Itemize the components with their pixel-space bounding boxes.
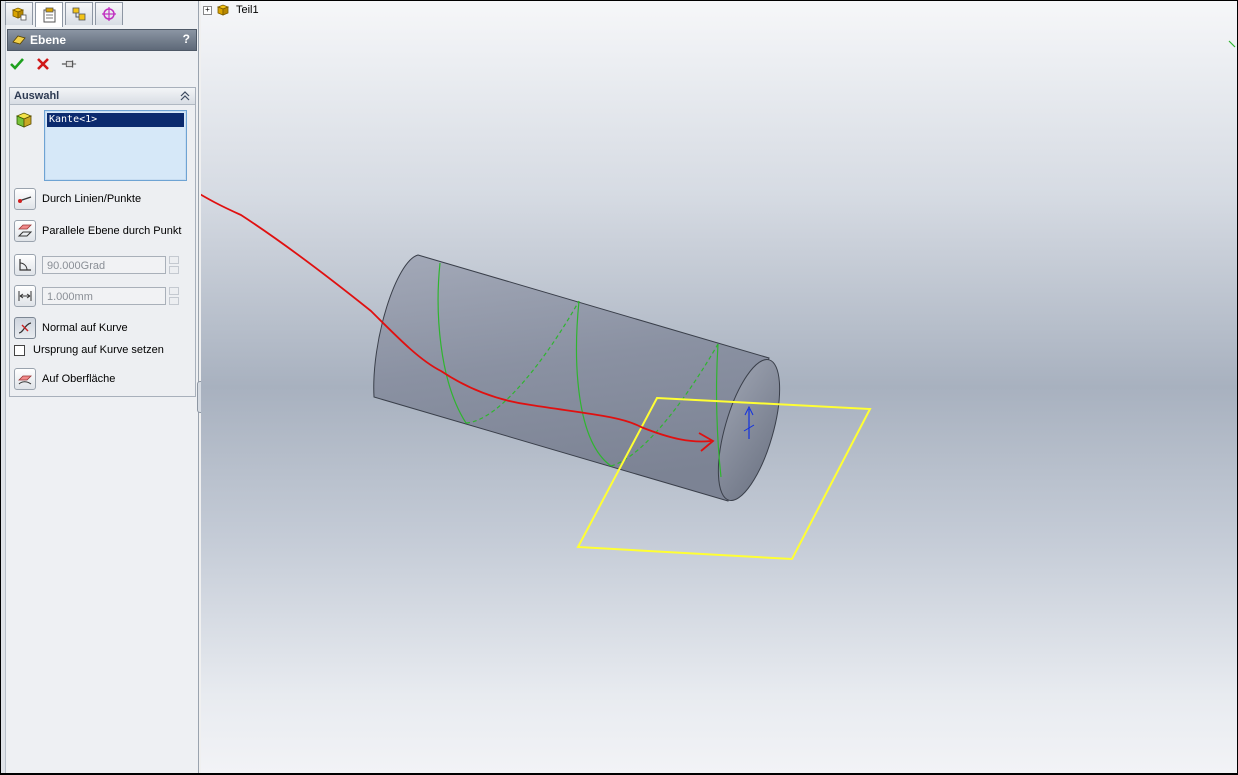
help-button[interactable]: ?: [183, 32, 190, 46]
through-lines-points-button[interactable]: [14, 188, 36, 210]
triad-indicator: [1228, 40, 1236, 48]
tab-dimxpert-manager[interactable]: [95, 2, 123, 25]
configuration-manager-icon: [72, 7, 86, 21]
cylinder-body[interactable]: [373, 254, 770, 502]
normal-to-curve-option[interactable]: Normal auf Kurve: [14, 317, 128, 339]
cube-selection-icon: [15, 112, 33, 128]
distance-icon: [18, 291, 32, 301]
cancel-button[interactable]: [35, 56, 51, 72]
distance-input[interactable]: 1.000mm: [42, 287, 166, 305]
distance-button[interactable]: [14, 285, 36, 307]
selection-list[interactable]: Kante<1>: [44, 110, 187, 181]
distance-spinner[interactable]: [169, 287, 179, 305]
property-manager-icon: [43, 7, 56, 23]
curve-normal-icon: [18, 322, 32, 334]
pin-button[interactable]: [61, 56, 77, 72]
on-surface-option[interactable]: Auf Oberfläche: [14, 368, 115, 390]
origin-on-curve-checkbox[interactable]: [14, 344, 25, 356]
property-manager-panel: Ebene ? Auswahl Kante<1> Durch Linien/Pu…: [1, 1, 199, 773]
through-lines-points-option[interactable]: Durch Linien/Punkte: [14, 188, 141, 210]
angle-row: 90.000Grad: [14, 254, 179, 276]
page-title: Ebene: [30, 33, 67, 47]
origin-on-curve-label: Ursprung auf Kurve setzen: [33, 344, 164, 356]
tab-feature-manager[interactable]: [5, 2, 33, 25]
angle-button[interactable]: [14, 254, 36, 276]
model-scene: [201, 40, 1236, 561]
angle-spinner[interactable]: [169, 256, 179, 274]
pushpin-icon: [61, 60, 77, 68]
on-surface-button[interactable]: [14, 368, 36, 390]
list-item[interactable]: Kante<1>: [47, 113, 184, 127]
selection-group: Auswahl Kante<1> Durch Linien/Punkte Par…: [9, 87, 196, 397]
action-buttons: [9, 55, 77, 73]
angle-input[interactable]: 90.000Grad: [42, 256, 166, 274]
group-title[interactable]: Auswahl: [10, 88, 195, 105]
manager-tabs: [5, 2, 125, 27]
panel-edge: [1, 1, 6, 773]
close-icon: [37, 58, 49, 70]
group-title-label: Auswahl: [14, 90, 60, 102]
normal-to-curve-label: Normal auf Kurve: [42, 322, 128, 334]
checkmark-icon: [10, 58, 24, 70]
distance-row: 1.000mm: [14, 285, 179, 307]
tab-configuration-manager[interactable]: [65, 2, 93, 25]
line-point-icon: [18, 196, 32, 203]
chevron-double-up-icon[interactable]: [179, 90, 191, 102]
surface-icon: [18, 375, 32, 385]
through-lines-points-label: Durch Linien/Punkte: [42, 193, 142, 205]
dimxpert-icon: [102, 7, 116, 21]
angle-icon: [19, 259, 31, 271]
parallel-plane-label: Parallele Ebene durch Punkt: [42, 225, 182, 237]
normal-to-curve-button[interactable]: [14, 317, 36, 339]
graphics-area[interactable]: + Teil1: [201, 1, 1237, 773]
parallel-plane-icon: [17, 224, 33, 237]
parallel-plane-button[interactable]: [14, 220, 36, 242]
solidworks-window: Ebene ? Auswahl Kante<1> Durch Linien/Pu…: [1, 1, 1237, 773]
tab-property-manager[interactable]: [35, 2, 63, 27]
parallel-plane-option[interactable]: Parallele Ebene durch Punkt: [14, 220, 181, 242]
on-surface-label: Auf Oberfläche: [42, 373, 116, 385]
ok-button[interactable]: [9, 56, 25, 72]
origin-on-curve-option[interactable]: Ursprung auf Kurve setzen: [14, 344, 164, 356]
feature-tree-icon: [11, 7, 27, 21]
plane-icon: [12, 35, 26, 45]
property-manager-header: Ebene ?: [7, 29, 197, 51]
